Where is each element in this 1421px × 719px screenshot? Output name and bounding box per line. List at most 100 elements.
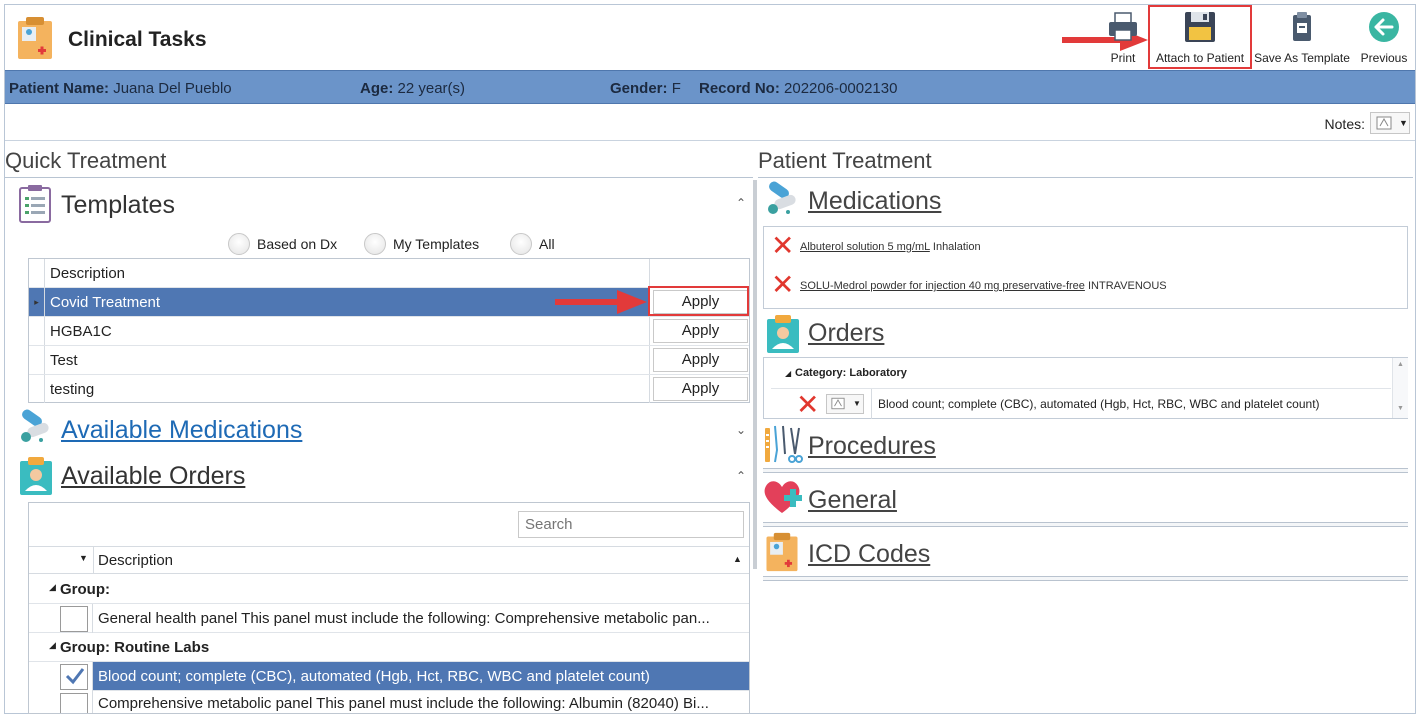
medications-heading[interactable]: Medications [808,187,941,216]
procedures-heading[interactable]: Procedures [808,432,936,461]
collapse-orders-button[interactable]: ⌃ [736,469,746,483]
filter-all[interactable]: All [510,231,555,257]
general-heading[interactable]: General [808,486,897,515]
previous-button[interactable]: Previous [1356,8,1412,68]
group-row[interactable]: ◢ Group: [29,575,749,604]
divider [5,177,753,178]
attach-to-patient-button[interactable]: Attach to Patient [1150,8,1250,70]
order-text: Blood count; complete (CBC), automated (… [878,397,1320,411]
delete-x-icon[interactable]: ✕ [796,391,819,419]
row-indicator: ▸ [29,288,45,316]
grid-header: ▼ Description ▲ [29,546,749,574]
patient-age-field: Age: 22 year(s) [360,80,465,97]
grid-header: Description [29,259,749,288]
search-input[interactable] [518,511,744,538]
expand-group-icon: ◢ [49,582,56,592]
column-header-description[interactable]: Description [50,265,125,282]
filter-based-on-dx[interactable]: Based on Dx [228,231,337,257]
save-icon [1183,10,1217,47]
column-header-description[interactable]: Description [98,552,173,569]
clinical-tasks-icon [16,15,54,61]
group-label: Group: [60,581,110,598]
order-row[interactable]: Blood count; complete (CBC), automated (… [29,662,749,691]
order-checkbox[interactable] [60,664,88,690]
icd-codes-heading[interactable]: ICD Codes [808,540,930,569]
orders-heading[interactable]: Orders [808,319,884,348]
delete-x-icon[interactable]: ✕ [771,232,794,260]
patient-name-label: Patient Name: [9,80,110,97]
medication-name[interactable]: SOLU-Medrol powder for injection 40 mg p… [800,280,1085,292]
chevron-down-icon: ▼ [853,399,861,408]
red-arrow-icon [553,288,649,321]
template-row[interactable]: Test Apply [29,346,749,375]
clinical-tasks-icon [764,531,800,578]
heart-plus-icon [762,477,804,522]
orders-grid: ▼ Description ▲ ◢ Group: General health … [28,502,750,714]
apply-cell: Apply [649,346,749,374]
order-text: Comprehensive metabolic panel This panel… [98,695,709,712]
checkbox-cell [29,662,93,691]
section-divider [763,522,1408,527]
filter-my-templates[interactable]: My Templates [364,231,479,257]
print-label: Print [1110,51,1136,65]
page-title: Clinical Tasks [68,28,207,51]
medication-name[interactable]: Albuterol solution 5 mg/mL [800,241,930,253]
row-indicator [29,317,45,345]
collapse-templates-button[interactable]: ⌃ [736,196,746,210]
clipboard-icon [1285,10,1319,47]
order-row[interactable]: General health panel This panel must inc… [29,604,749,633]
previous-label: Previous [1360,51,1408,65]
doctor-icon [765,313,801,360]
row-divider [771,388,1391,389]
apply-button[interactable]: Apply [653,319,748,343]
apply-cell: Apply [649,375,749,403]
group-row[interactable]: ◢ Group: Routine Labs [29,633,749,662]
medications-list: ✕ Albuterol solution 5 mg/mL Inhalation … [763,226,1408,309]
delete-x-icon[interactable]: ✕ [771,271,794,299]
apply-button[interactable]: Apply [653,377,748,401]
order-text: Blood count; complete (CBC), automated (… [98,668,650,685]
patient-record: 202206-0002130 [784,80,898,97]
radio-icon [228,233,250,255]
order-row[interactable]: Comprehensive metabolic panel This panel… [29,691,749,713]
template-row[interactable]: testing Apply [29,375,749,404]
medication-item: SOLU-Medrol powder for injection 40 mg p… [800,280,1167,292]
scrollbar[interactable]: ▲ ▼ [1392,358,1408,418]
patient-gender-field: Gender: F [610,80,681,97]
attach-label: Attach to Patient [1155,51,1245,65]
row-indicator [29,346,45,374]
medication-item: Albuterol solution 5 mg/mL Inhalation [800,241,981,253]
print-button[interactable]: Print [1100,8,1146,68]
patient-info-bar: Patient Name: Juana Del Pueblo Age: 22 y… [5,70,1415,104]
filter-label: All [539,236,555,252]
back-arrow-icon [1367,10,1401,47]
notes-row: Notes: ▼ [5,104,1415,141]
chevron-down-icon[interactable]: ▼ [79,553,88,563]
patient-name-field: Patient Name: Juana Del Pueblo [9,80,232,97]
pills-icon [17,409,55,450]
group-label: Group: Routine Labs [60,639,210,656]
order-category: Category: Laboratory [795,367,907,379]
template-description: HGBA1C [50,323,112,340]
radio-icon [364,233,386,255]
templates-icon [18,184,52,229]
notes-dropdown[interactable]: ▼ [826,394,864,414]
order-checkbox[interactable] [60,606,88,632]
available-medications-link[interactable]: Available Medications [61,416,302,445]
templates-heading: Templates [61,191,175,219]
column-divider [93,547,94,574]
save-as-template-button[interactable]: Save As Template [1254,8,1350,68]
notes-dropdown[interactable]: ▼ [1370,112,1410,134]
expand-medications-button[interactable]: ⌄ [736,423,746,437]
divider [758,177,1413,178]
order-checkbox[interactable] [60,693,88,713]
template-description: Test [50,352,78,369]
apply-button[interactable]: Apply [653,348,748,372]
template-row[interactable]: HGBA1C Apply [29,317,749,346]
patient-gender: F [671,80,681,97]
notes-label: Notes: [1324,116,1365,132]
expand-group-icon: ◢ [49,640,56,650]
panel-splitter[interactable] [753,180,757,569]
surgical-tools-icon [763,424,803,471]
template-description: Covid Treatment [50,294,161,311]
